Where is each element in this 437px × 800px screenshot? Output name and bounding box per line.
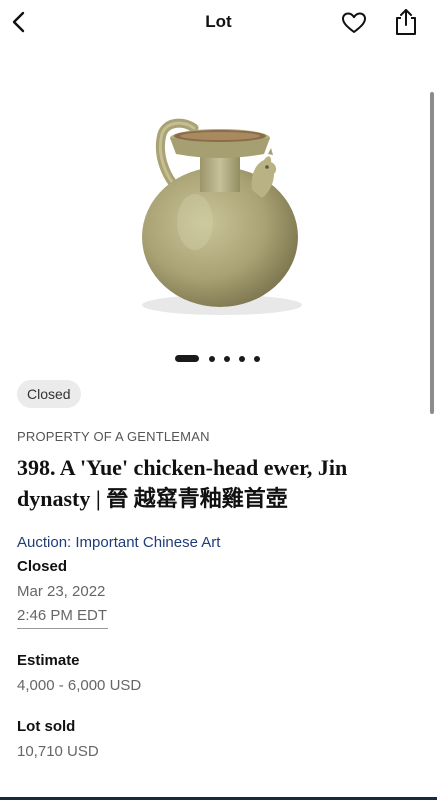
lot-sold-value: 10,710 USD — [17, 743, 99, 760]
share-icon — [396, 9, 416, 35]
lot-title: 398. A 'Yue' chicken-head ewer, Jin dyna… — [17, 455, 348, 511]
status-badge: Closed — [17, 380, 81, 408]
closed-time[interactable]: 2:46 PM EDT — [17, 607, 107, 624]
estimate-label: Estimate — [17, 652, 80, 669]
closed-label: Closed — [17, 558, 68, 575]
heart-icon — [342, 12, 366, 33]
time-underline — [17, 628, 108, 629]
top-navigation-bar: Lot — [0, 0, 437, 44]
scrollbar[interactable] — [430, 92, 434, 414]
carousel-dot[interactable] — [224, 356, 230, 362]
carousel-dot[interactable] — [209, 356, 215, 362]
carousel-dot[interactable] — [239, 356, 245, 362]
image-carousel-dots[interactable] — [175, 354, 275, 364]
estimate-value: 4,000 - 6,000 USD — [17, 677, 142, 694]
lot-sold-label: Lot sold — [17, 718, 76, 735]
closed-date: Mar 23, 2022 — [17, 583, 106, 600]
ewer-image — [142, 118, 302, 315]
favorite-button[interactable] — [340, 9, 368, 37]
carousel-dot[interactable] — [254, 356, 260, 362]
carousel-dot-active[interactable] — [175, 355, 199, 362]
lot-image[interactable] — [110, 112, 330, 327]
share-button[interactable] — [392, 7, 420, 37]
page-title: Lot — [205, 12, 232, 31]
provenance-label: PROPERTY OF A GENTLEMAN — [17, 429, 210, 444]
auction-link[interactable]: Auction: Important Chinese Art — [17, 534, 220, 551]
